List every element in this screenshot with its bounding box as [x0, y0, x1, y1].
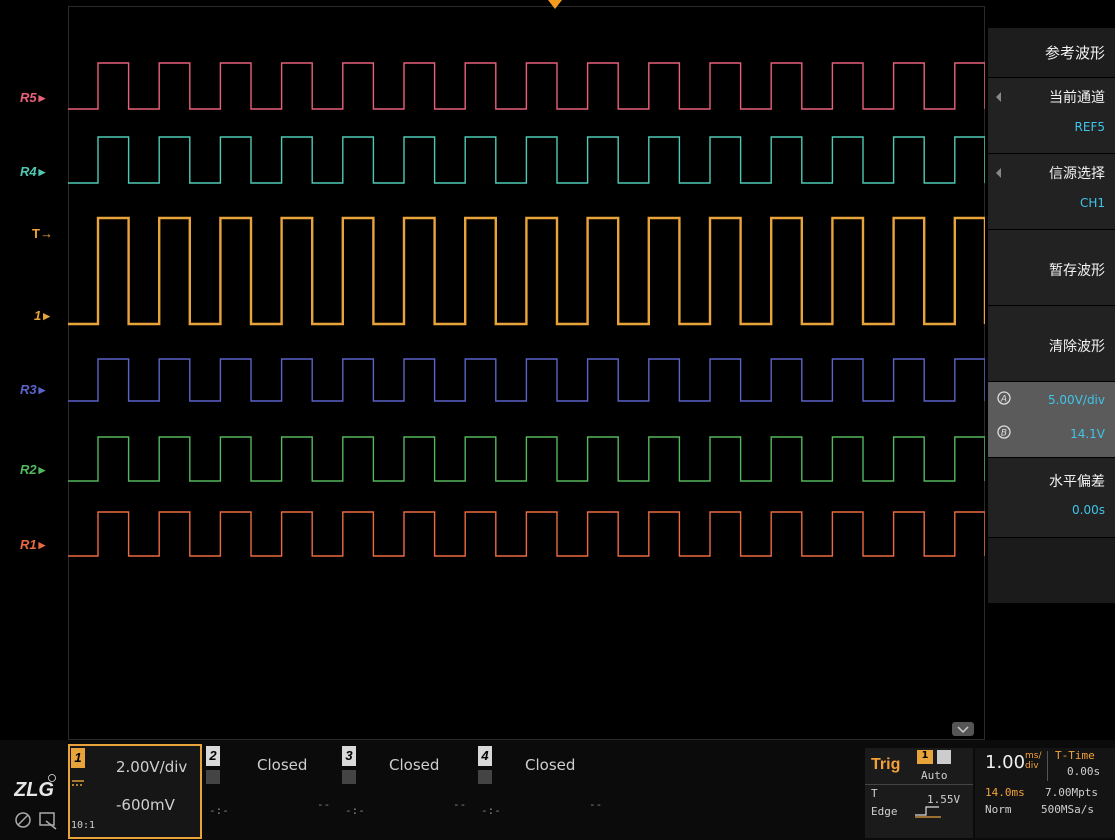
ground-arrow-icon: ▸	[38, 90, 46, 105]
channel-4-a: -:-	[481, 804, 501, 817]
timebase-unit-top: ms/	[1025, 751, 1042, 761]
channel-1-probe: 10:1	[71, 820, 96, 831]
ground-arrow-icon: ▸	[38, 382, 46, 397]
channel-1-number: 1	[71, 748, 85, 768]
zlg-logo-icon: ZLG	[13, 774, 56, 801]
source-select-label: 信源选择	[1049, 166, 1105, 182]
menu-title: 参考波形	[988, 28, 1115, 78]
chevron-left-icon	[996, 168, 1001, 178]
waveform-grid[interactable]	[68, 6, 985, 740]
channel-3-coupling	[342, 770, 356, 784]
brand-logo: ZLG	[13, 774, 58, 804]
window-time: 14.0ms	[985, 786, 1025, 799]
current-channel-value: REF5	[1074, 120, 1105, 134]
channel-2-b: --	[317, 798, 331, 811]
source-select-button[interactable]: 信源选择 CH1	[988, 154, 1115, 230]
timebase-unit: ms/ div	[1025, 751, 1042, 771]
channel-label-r3[interactable]: R3 ▸	[20, 382, 45, 398]
sample-rate: 500MSa/s	[1041, 803, 1094, 816]
memory-depth: 7.00Mpts	[1045, 786, 1098, 799]
channel-1-panel[interactable]: 1 2.00V/div -600mV 10:1	[68, 744, 202, 839]
channel-2-status: Closed	[257, 756, 308, 774]
channel-1-offset: -600mV	[116, 796, 175, 814]
channel-3-panel[interactable]: 3 Closed -:- --	[341, 744, 474, 839]
chevron-left-icon	[996, 92, 1001, 102]
menu-title-text: 参考波形	[1044, 44, 1105, 62]
knob-b-icon: B	[997, 425, 1011, 439]
channel-3-status: Closed	[389, 756, 440, 774]
channel-4-number: 4	[478, 746, 492, 766]
waveform-r1	[68, 511, 985, 557]
ttime-label: T-Time	[1055, 749, 1095, 762]
coupling-dc-icon	[72, 773, 84, 786]
channel-4-coupling	[478, 770, 492, 784]
channel-label-r2[interactable]: R2 ▸	[20, 462, 45, 478]
trigger-position-marker[interactable]	[548, 0, 562, 9]
channel-2-panel[interactable]: 2 Closed -:- --	[205, 744, 338, 839]
scroll-down-button[interactable]	[952, 722, 974, 736]
svg-text:B: B	[1001, 429, 1007, 439]
ground-arrow-icon: ▸	[38, 164, 46, 179]
side-menu: 参考波形 当前通道 REF5 信源选择 CH1 暂存波形 清除波形 A 5.00…	[988, 28, 1115, 603]
timebase-scale: 1.00	[985, 752, 1026, 773]
waveform-r4	[68, 136, 985, 184]
current-channel-label: 当前通道	[1049, 90, 1105, 106]
ground-arrow-icon: ▸	[38, 462, 46, 477]
waveform-ch1	[68, 216, 985, 326]
channel-2-number: 2	[206, 746, 220, 766]
save-waveform-label: 暂存波形	[1049, 263, 1105, 279]
clear-waveform-button[interactable]: 清除波形	[988, 306, 1115, 382]
trigger-level-label: T	[871, 787, 878, 800]
ground-arrow-icon: ▸	[43, 308, 50, 323]
timebase-divider	[1047, 751, 1048, 781]
knob-panel[interactable]: A 5.00V/div B 14.1V	[988, 382, 1115, 458]
knob-b-value: 14.1V	[1070, 427, 1105, 441]
horizontal-offset-button[interactable]: 水平偏差 0.00s	[988, 458, 1115, 538]
channel-2-coupling	[206, 770, 220, 784]
ttime-value: 0.00s	[1067, 765, 1101, 778]
horizontal-offset-value: 0.00s	[1072, 503, 1105, 517]
trigger-source: 1	[917, 750, 933, 764]
trigger-coupling-icon	[937, 750, 951, 764]
channel-3-number: 3	[342, 746, 356, 766]
trigger-mode: Auto	[921, 769, 948, 782]
rising-edge-icon	[915, 806, 941, 818]
touch-lock-icon[interactable]	[14, 810, 34, 830]
channel-2-a: -:-	[209, 804, 229, 817]
channel-label-r4[interactable]: R4 ▸	[20, 164, 45, 180]
channel-3-b: --	[453, 798, 467, 811]
channel-3-a: -:-	[345, 804, 365, 817]
save-waveform-button[interactable]: 暂存波形	[988, 230, 1115, 306]
screen-icon[interactable]	[38, 810, 58, 830]
trigger-divider	[865, 784, 973, 785]
acquire-mode: Norm	[985, 803, 1012, 816]
knob-a-value: 5.00V/div	[1047, 393, 1105, 407]
chevron-down-icon	[957, 726, 969, 734]
channel-4-panel[interactable]: 4 Closed -:- --	[477, 744, 610, 839]
trigger-level-marker[interactable]: T→	[32, 226, 53, 241]
trigger-panel[interactable]: Trig 1 Auto T 1.55V Edge	[865, 748, 973, 838]
svg-text:A: A	[1000, 395, 1007, 405]
channel-4-status: Closed	[525, 756, 576, 774]
channel-1-scale: 2.00V/div	[116, 758, 188, 776]
ground-arrow-icon: ▸	[38, 537, 46, 552]
waveform-r3	[68, 358, 985, 402]
trigger-title: Trig	[871, 756, 901, 773]
timebase-panel[interactable]: 1.00 ms/ div T-Time 0.00s 14.0ms 7.00Mpt…	[975, 748, 1115, 838]
channel-label-r5[interactable]: R5 ▸	[20, 90, 45, 106]
svg-text:ZLG: ZLG	[14, 779, 54, 801]
timebase-unit-bottom: div	[1025, 761, 1039, 771]
source-select-value: CH1	[1079, 196, 1105, 210]
trigger-type: Edge	[871, 805, 898, 818]
horizontal-offset-label: 水平偏差	[1049, 474, 1105, 490]
channel-label-r1[interactable]: R1 ▸	[20, 537, 45, 553]
current-channel-button[interactable]: 当前通道 REF5	[988, 78, 1115, 154]
knob-a-icon: A	[997, 391, 1011, 405]
channel-label-ch1[interactable]: 1 ▸	[34, 308, 50, 324]
channel-4-b: --	[589, 798, 603, 811]
clear-waveform-label: 清除波形	[1049, 339, 1105, 355]
waveform-r2	[68, 436, 985, 482]
waveform-r5	[68, 62, 985, 110]
